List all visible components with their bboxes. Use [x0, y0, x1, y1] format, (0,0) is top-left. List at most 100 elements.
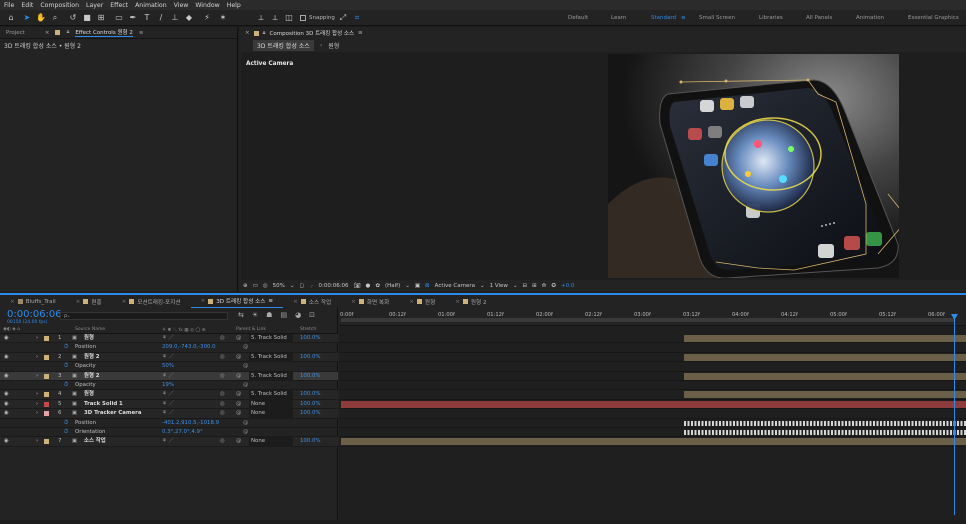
region-of-interest-icon[interactable]: ⌌	[309, 283, 313, 289]
pick-whip-icon[interactable]: @	[236, 334, 241, 343]
layer-duration-bar[interactable]	[684, 372, 966, 380]
track-row[interactable]	[339, 372, 966, 381]
chevron-down-icon[interactable]: ⌄	[290, 283, 295, 289]
3d-renderer-icon[interactable]: ⊞	[532, 283, 537, 289]
label-color-icon[interactable]	[44, 336, 49, 341]
layer-name[interactable]: 원형	[84, 334, 94, 343]
property-row[interactable]: ⏱ Opacity 19% @	[0, 381, 338, 391]
workspace-standard[interactable]: Standard	[651, 15, 676, 21]
property-value[interactable]: -401.2,910.5,-1018.9	[162, 419, 219, 428]
property-value[interactable]: 209.0,-743.0,-300.0	[162, 343, 216, 352]
parent-select[interactable]: 5. Track Solid	[249, 334, 293, 344]
menu-effect[interactable]: Effect	[110, 2, 128, 9]
eye-icon[interactable]: ◉	[4, 437, 9, 446]
tab-project[interactable]: Project	[6, 30, 25, 36]
layer-duration-bar[interactable]	[684, 335, 966, 342]
label-color-icon[interactable]	[44, 439, 49, 445]
layer-row[interactable]: ◉ › 2 ▣ 원형 2 ⚘ ／ ◎ @5. Track Solid 100.0%	[0, 352, 338, 363]
stopwatch-icon[interactable]: ⏱	[64, 362, 68, 371]
property-value[interactable]: 19%	[162, 381, 174, 390]
camera-tool-icon[interactable]: ■	[82, 13, 92, 23]
current-timecode[interactable]: 0:00:06:06	[319, 283, 349, 289]
close-icon[interactable]: ×	[10, 299, 15, 305]
chevron-down-icon[interactable]: ⌄	[405, 283, 410, 289]
stretch-value[interactable]: 100.0%	[300, 390, 321, 399]
pick-whip-icon[interactable]: @	[243, 428, 248, 437]
layer-row[interactable]: ◉ › 6 ▣ 3D Tracker Camera ⚘ ／ ◎ @ None 100.0%	[0, 409, 338, 419]
pick-whip-icon[interactable]: @	[243, 362, 248, 371]
workspace-essential-graphics[interactable]: Essential Graphics	[908, 15, 959, 21]
property-row[interactable]: ⏱ Position -401.2,910.5,-1018.9 @	[0, 419, 338, 428]
label-color-icon[interactable]	[44, 373, 49, 379]
color-channel-icon[interactable]: ✿	[375, 283, 380, 289]
view-layout-select[interactable]: 1 View	[490, 283, 508, 289]
workspace-menu-icon[interactable]: ≡	[681, 15, 686, 21]
layer-name[interactable]: 원형 2	[84, 353, 100, 362]
camera-view-select[interactable]: Active Camera	[435, 283, 475, 289]
close-icon[interactable]: ×	[122, 299, 127, 305]
chevron-right-icon[interactable]: ›	[36, 437, 38, 446]
pick-whip-icon[interactable]: @	[243, 381, 248, 390]
graph-editor-icon[interactable]: ⊡	[309, 311, 315, 319]
stopwatch-icon[interactable]: ⏱	[64, 381, 68, 390]
exposure-value[interactable]: +0.0	[561, 283, 574, 289]
layer-switches-icon[interactable]: ⚘ ／	[162, 437, 174, 446]
parent-link-header[interactable]: Parent & Link	[236, 327, 266, 332]
close-icon[interactable]: ×	[409, 299, 414, 305]
property-row[interactable]: ⏱ Orientation 0.3°,27.0°,4.9° @	[0, 428, 338, 438]
timeline-tab[interactable]: × 원형	[399, 295, 445, 308]
shy-layers-icon[interactable]: ☗	[266, 311, 272, 319]
layer-name[interactable]: 3D Tracker Camera	[84, 409, 141, 418]
selection-tool-icon[interactable]: ➤	[22, 13, 32, 23]
close-icon[interactable]: ×	[245, 30, 250, 36]
workspace-libraries[interactable]: Libraries	[759, 15, 783, 21]
menu-file[interactable]: File	[4, 2, 14, 9]
eye-icon[interactable]: ◉	[4, 334, 9, 343]
eye-icon[interactable]: ◉	[4, 353, 9, 362]
stretch-value[interactable]: 100.0%	[300, 372, 321, 381]
3d-layer-icon[interactable]: ◎	[220, 334, 225, 343]
source-name-header[interactable]: Source Name	[75, 327, 105, 332]
type-tool-icon[interactable]: T	[142, 13, 152, 23]
chevron-right-icon[interactable]: ›	[36, 390, 38, 399]
track-row[interactable]	[339, 400, 966, 410]
tab-effect-controls[interactable]: Effect Controls 원형 2	[75, 28, 133, 37]
rectangle-tool-icon[interactable]: ▭	[114, 13, 124, 23]
3d-layer-icon[interactable]: ◎	[220, 390, 225, 399]
timeline-tab[interactable]: × Bluffs_Trail	[0, 295, 66, 308]
track-row[interactable]	[339, 419, 966, 428]
label-color-icon[interactable]	[44, 392, 49, 398]
always-preview-icon[interactable]: ⊕	[243, 283, 248, 289]
zoom-tool-icon[interactable]: ⌕	[50, 13, 60, 23]
property-value[interactable]: 0.3°,27.0°,4.9°	[162, 428, 203, 437]
eye-icon[interactable]: ◉	[4, 372, 9, 381]
layer-duration-bar[interactable]	[341, 438, 966, 446]
world-axis-icon[interactable]: ⟂	[270, 13, 280, 23]
track-row[interactable]	[339, 381, 966, 391]
chevron-down-icon[interactable]: ⌄	[480, 283, 485, 289]
menu-composition[interactable]: Composition	[40, 2, 79, 9]
fast-preview-icon[interactable]: ⊠	[425, 283, 430, 289]
workspace-default[interactable]: Default	[568, 15, 588, 21]
layer-row[interactable]: ◉ › 7 ▣ 소스 작업 ⚘ ／ ◎ @ None 100.0%	[0, 437, 338, 447]
pick-whip-icon[interactable]: @	[236, 400, 241, 409]
workspace-small-screen[interactable]: Small Screen	[699, 15, 735, 21]
tab-composition[interactable]: Composition 3D 트래킹 합성 소스	[270, 29, 355, 37]
3d-layer-icon[interactable]: ◎	[220, 409, 225, 418]
timeline-search-input[interactable]: ρ₊	[60, 312, 228, 320]
lock-icon[interactable]: 🔒︎	[263, 30, 266, 37]
track-row[interactable]	[339, 390, 966, 400]
panel-menu-icon[interactable]: ≡	[358, 30, 363, 36]
close-icon[interactable]: ×	[76, 299, 81, 305]
layer-switches-icon[interactable]: ⚘ ／	[162, 400, 174, 409]
menu-edit[interactable]: Edit	[21, 2, 33, 9]
time-ruler[interactable]: 0:00f 00:12f 01:00f 01:12f 02:00f 02:12f 03:00…	[339, 308, 966, 326]
chevron-right-icon[interactable]: ›	[36, 409, 38, 418]
parent-select[interactable]: None	[249, 399, 293, 410]
snap-features-icon[interactable]: ⌗	[352, 13, 362, 23]
3d-layer-icon[interactable]: ◎	[220, 353, 225, 362]
timeline-tab[interactable]: × 모션트래킹-포지션	[112, 295, 191, 308]
chevron-down-icon[interactable]: ⌄	[513, 283, 518, 289]
close-icon[interactable]: ×	[293, 299, 298, 305]
zoom-select[interactable]: 50%	[273, 283, 285, 289]
